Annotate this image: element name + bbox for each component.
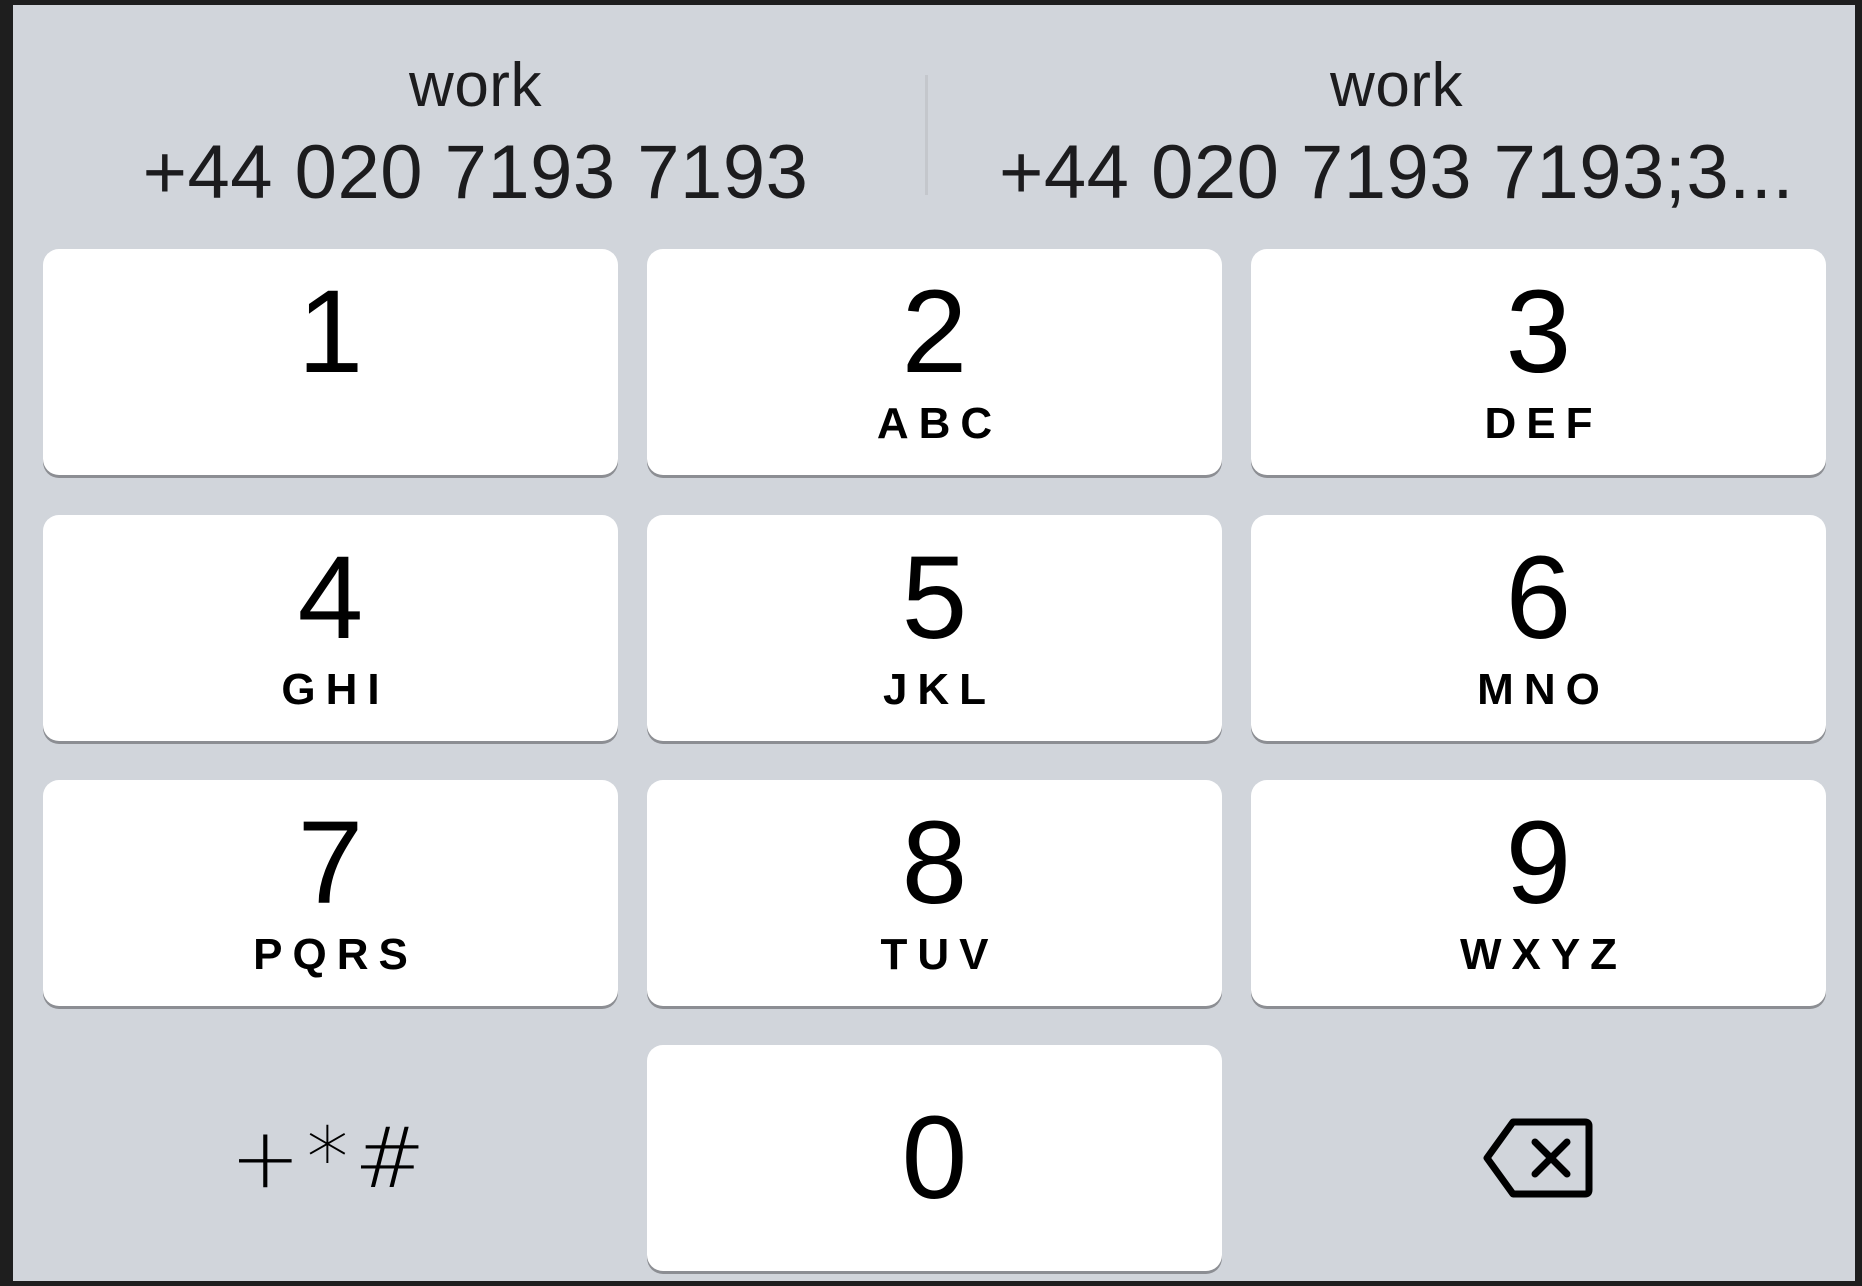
key-9[interactable]: 9 WXYZ (1251, 780, 1826, 1006)
key-digit: 6 (1505, 532, 1572, 664)
key-letters: WXYZ (1459, 930, 1628, 979)
key-letters: PQRS (253, 930, 418, 979)
key-digit: 7 (297, 797, 364, 929)
key-digit: 9 (1505, 797, 1572, 929)
phone-keypad: work +44 020 7193 7193 work +44 020 7193… (13, 5, 1855, 1281)
backspace-icon (1483, 1118, 1592, 1198)
key-6[interactable]: 6 MNO (1251, 515, 1826, 741)
suggestion-number: +44 020 7193 7193 (142, 130, 809, 215)
key-letters: TUV (880, 930, 999, 979)
key-digit: 2 (901, 266, 968, 398)
key-2[interactable]: 2 ABC (647, 249, 1222, 475)
key-7[interactable]: 7 PQRS (43, 780, 618, 1006)
suggestion-work-1[interactable]: work +44 020 7193 7193 (13, 45, 938, 225)
suggestion-label: work (1330, 51, 1463, 120)
key-digit: 3 (1505, 266, 1572, 398)
suggestion-label: work (409, 51, 542, 120)
symbols-label: +*# (230, 1109, 431, 1207)
key-3[interactable]: 3 DEF (1251, 249, 1826, 475)
suggestion-number: +44 020 7193 7193;3... (999, 130, 1794, 215)
key-letters: ABC (876, 399, 1003, 448)
key-1[interactable]: 1 (43, 249, 618, 475)
key-digit: 1 (297, 266, 364, 398)
key-5[interactable]: 5 JKL (647, 515, 1222, 741)
key-digit: 8 (901, 797, 968, 929)
key-letters: GHI (281, 665, 390, 714)
key-4[interactable]: 4 GHI (43, 515, 618, 741)
suggestion-work-2[interactable]: work +44 020 7193 7193;3... (938, 45, 1855, 225)
key-letters: MNO (1477, 665, 1610, 714)
suggestion-divider (925, 75, 928, 195)
key-digit: 0 (901, 1092, 968, 1224)
key-0[interactable]: 0 (647, 1045, 1222, 1271)
key-8[interactable]: 8 TUV (647, 780, 1222, 1006)
symbols-key[interactable]: +*# (43, 1045, 618, 1271)
suggestion-bar: work +44 020 7193 7193 work +44 020 7193… (13, 5, 1855, 237)
delete-button[interactable] (1251, 1045, 1826, 1271)
key-letters: JKL (882, 665, 997, 714)
key-letters: DEF (1484, 399, 1603, 448)
key-digit: 4 (297, 532, 364, 664)
key-digit: 5 (901, 532, 968, 664)
